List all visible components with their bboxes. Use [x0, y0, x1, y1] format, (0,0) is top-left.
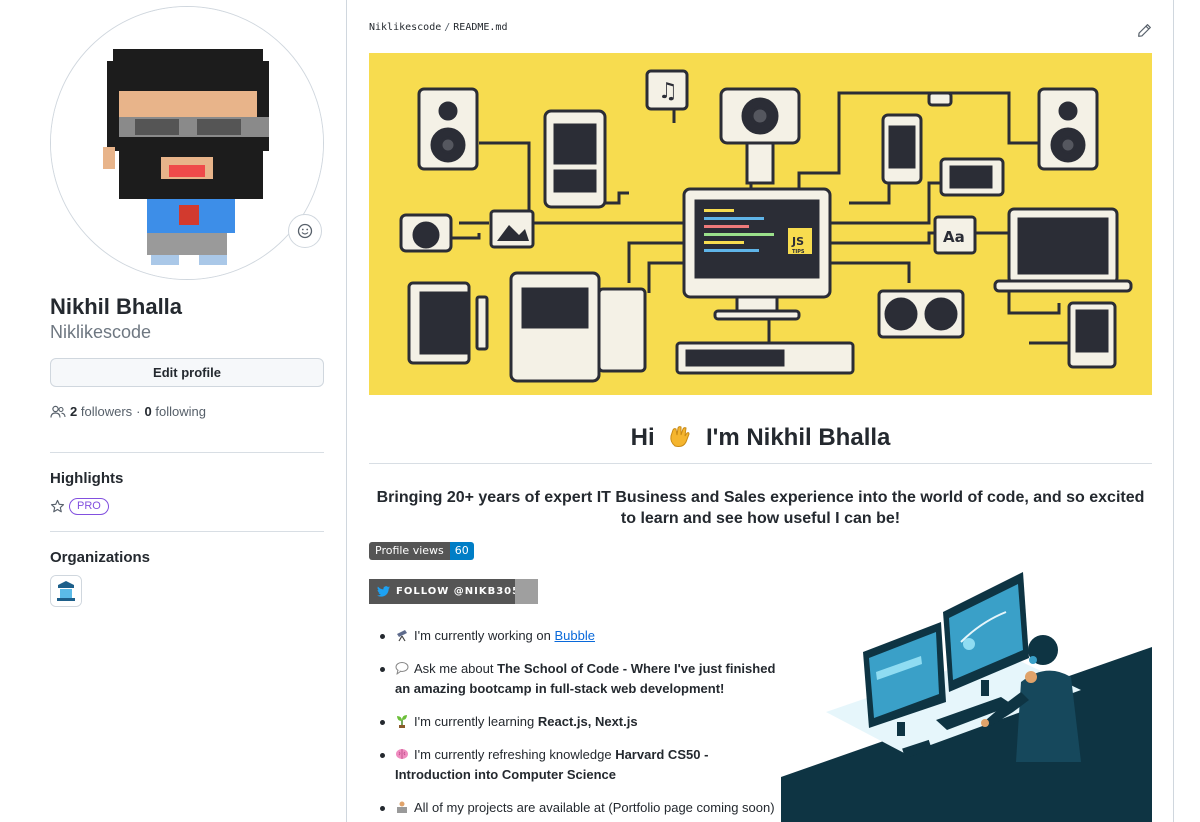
following-link[interactable]: 0 following	[145, 404, 206, 419]
heading-divider	[369, 463, 1152, 464]
readme-banner-image: ♫ Aa JS TIPS	[369, 53, 1152, 395]
breadcrumb-file[interactable]: README.md	[453, 22, 507, 33]
smiley-icon	[297, 223, 313, 239]
laptop-user-icon	[397, 801, 407, 813]
profile-username: Niklikescode	[50, 322, 152, 342]
organizations-title: Organizations	[50, 549, 151, 566]
bubble-link[interactable]: Bubble	[554, 628, 594, 643]
highlights-row: PRO	[50, 498, 109, 515]
list-item: All of my projects are available at (Por…	[380, 798, 785, 818]
twitter-badge-count-area	[515, 579, 538, 604]
followers-label: followers	[80, 404, 133, 419]
telescope-icon	[397, 630, 407, 642]
following-count: 0	[144, 404, 152, 419]
highlights-title: Highlights	[50, 470, 124, 487]
set-status-button[interactable]	[288, 214, 322, 248]
list-item: Ask me about The School of Code - Where …	[380, 659, 785, 699]
follow-stats: 2 followers · 0 following	[50, 404, 206, 419]
organization-avatar[interactable]	[50, 575, 82, 607]
twitter-follow-badge[interactable]: FOLLOW @NIKB305	[369, 579, 538, 604]
brain-icon	[396, 749, 408, 759]
svg-text:♫: ♫	[658, 79, 678, 104]
list-item: I'm currently working on Bubble	[380, 626, 785, 646]
breadcrumb-user[interactable]: Niklikescode	[369, 22, 441, 33]
profile-views-count: 60	[449, 542, 474, 560]
developer-illustration	[781, 572, 1152, 822]
svg-text:Aa: Aa	[943, 228, 965, 246]
seedling-icon	[397, 715, 407, 728]
pro-badge[interactable]: PRO	[69, 498, 109, 515]
star-icon	[50, 499, 65, 513]
avatar[interactable]	[50, 6, 324, 280]
waving-hand-icon	[670, 426, 690, 447]
edit-readme-button[interactable]	[1137, 23, 1152, 43]
banner-js-badge: JS	[791, 235, 804, 248]
speech-bubble-icon	[395, 662, 409, 675]
following-label: following	[155, 404, 206, 419]
banner-js-tips: TIPS	[792, 249, 805, 255]
followers-link[interactable]: 2 followers	[70, 404, 132, 419]
divider	[50, 452, 324, 453]
dot-separator: ·	[136, 404, 141, 419]
edit-profile-button[interactable]: Edit profile	[50, 358, 324, 387]
pencil-icon	[1138, 24, 1151, 37]
readme-tagline: Bringing 20+ years of expert IT Business…	[376, 489, 1145, 527]
heading-hi: Hi	[630, 424, 655, 451]
list-item: I'm currently learning React.js, Next.js	[380, 712, 785, 732]
list-item: I'm currently refreshing knowledge Harva…	[380, 745, 785, 785]
profile-full-name: Nikhil Bhalla	[50, 294, 183, 319]
heading-name: I'm Nikhil Bhalla	[705, 424, 891, 451]
breadcrumb: Niklikescode / README.md	[369, 22, 507, 33]
followers-count: 2	[70, 404, 78, 419]
divider	[50, 531, 324, 532]
people-icon	[50, 405, 66, 418]
readme-panel: Niklikescode / README.md ♫ Aa JS TIPS Hi…	[346, 0, 1174, 822]
twitter-follow-label: FOLLOW @NIKB305	[396, 586, 521, 597]
profile-views-label: Profile views	[369, 542, 450, 560]
readme-heading: Hi I'm Nikhil Bhalla	[369, 424, 1152, 452]
profile-views-badge[interactable]: Profile views 60	[369, 542, 474, 560]
breadcrumb-separator: /	[444, 22, 451, 33]
readme-list: I'm currently working on Bubble Ask me a…	[380, 626, 785, 818]
twitter-bird-icon	[377, 586, 390, 597]
